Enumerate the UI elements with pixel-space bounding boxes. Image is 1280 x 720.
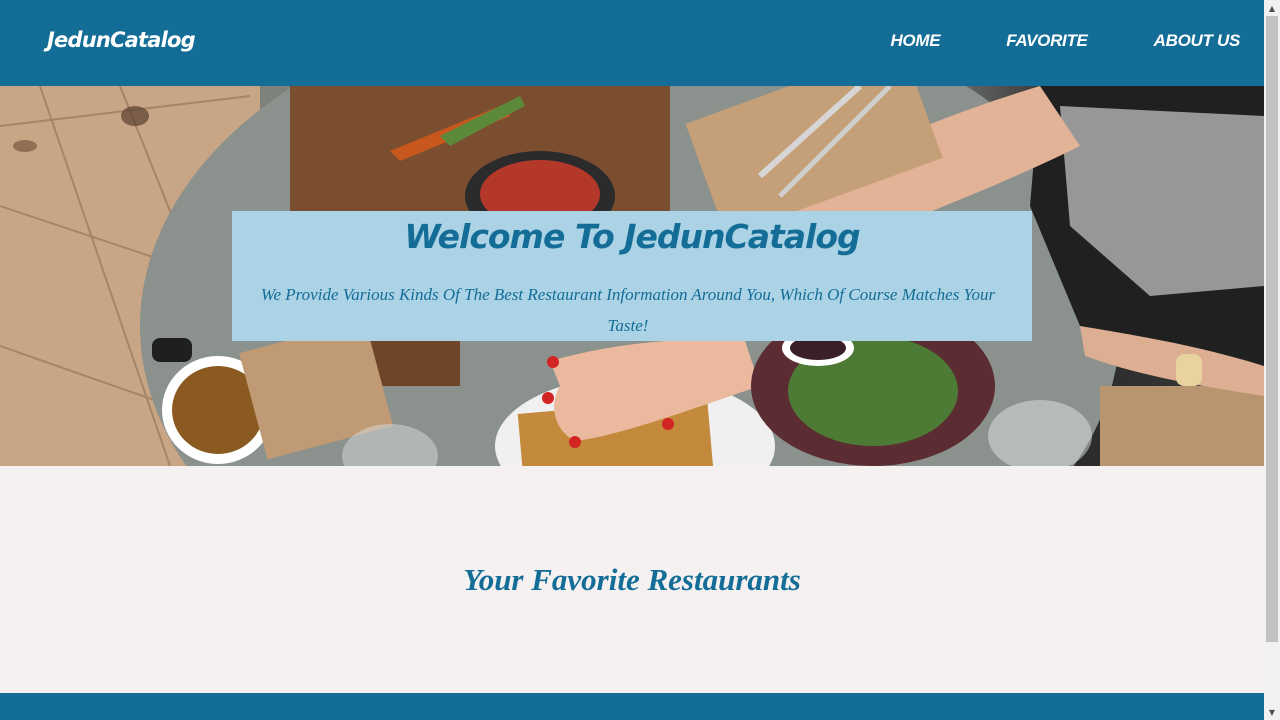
- favorites-heading: Your Favorite Restaurants: [463, 562, 801, 597]
- hero-section: Welcome To JedunCatalog We Provide Vario…: [0, 86, 1264, 466]
- favorites-section: Your Favorite Restaurants: [0, 466, 1264, 693]
- welcome-box: Welcome To JedunCatalog We Provide Vario…: [232, 211, 1032, 341]
- main-nav: HOME FAVORITE ABOUT US: [890, 31, 1240, 51]
- nav-link-about-us[interactable]: ABOUT US: [1154, 31, 1241, 51]
- page-scrollbar[interactable]: ▲ ▼: [1264, 0, 1280, 720]
- page-viewport: JedunCatalog HOME FAVORITE ABOUT US Welc…: [0, 0, 1264, 720]
- nav-link-favorite[interactable]: FAVORITE: [1006, 31, 1088, 51]
- welcome-description: We Provide Various Kinds Of The Best Res…: [260, 285, 996, 335]
- scrollbar-thumb[interactable]: [1266, 16, 1278, 642]
- triangle-down-icon[interactable]: ▼: [1264, 704, 1280, 720]
- triangle-up-icon[interactable]: ▲: [1264, 0, 1280, 16]
- brand-logo[interactable]: JedunCatalog: [47, 28, 196, 52]
- app-footer: [0, 693, 1264, 720]
- welcome-title: Welcome To JedunCatalog: [404, 217, 860, 256]
- app-header: JedunCatalog HOME FAVORITE ABOUT US: [0, 0, 1264, 86]
- nav-link-home[interactable]: HOME: [890, 31, 940, 51]
